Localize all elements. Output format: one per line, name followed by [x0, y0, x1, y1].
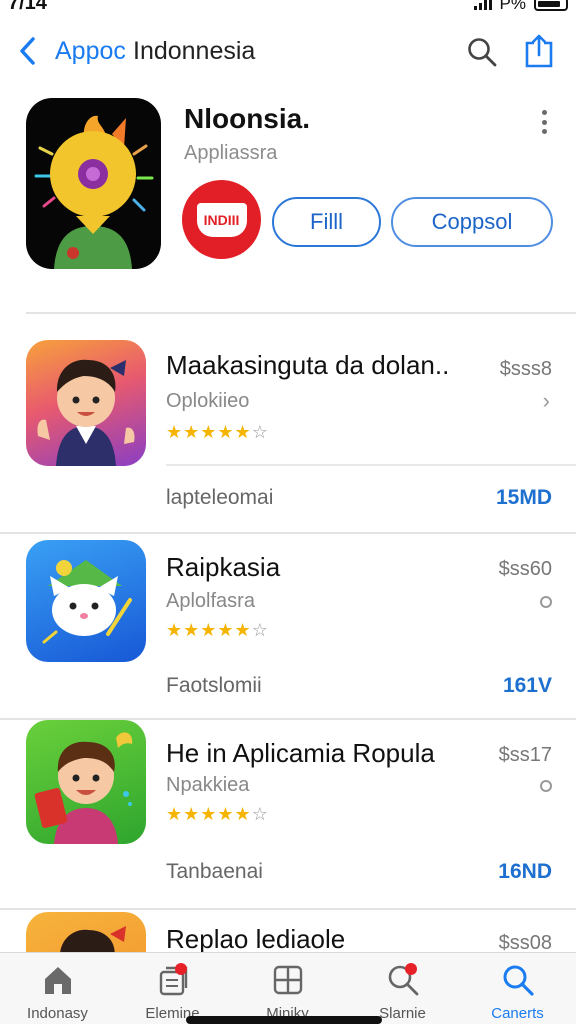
open-button[interactable]: Coppsol: [391, 197, 553, 247]
status-time: 7/14: [8, 0, 47, 14]
app-price: $ѕѕ08: [498, 932, 552, 952]
app-price: $ѕѕѕ8: [499, 358, 552, 380]
list-item[interactable]: Replao lediaole $ѕѕ08: [0, 912, 576, 952]
tab-elemine[interactable]: Elemine: [115, 953, 230, 1024]
app-icon[interactable]: [26, 912, 146, 952]
tab-label: Indonasy: [27, 1005, 88, 1022]
app-subtitle: Aplolfasra: [166, 590, 255, 612]
app-subtitle: Oplokiieo: [166, 390, 250, 412]
divider: [166, 464, 576, 466]
app-subtitle: Npakkiea: [166, 774, 250, 796]
battery-icon: [534, 0, 568, 11]
list-item[interactable]: He in Aplicamia Ropula $ѕѕ17 Npakkiea ★★…: [0, 720, 576, 910]
cat-mascot-illustration: [42, 560, 132, 644]
tab-today[interactable]: Indonasy: [0, 953, 115, 1024]
character-illustration: [60, 926, 126, 952]
app-size: 15MD: [495, 486, 552, 509]
back-button[interactable]: Appoс: [55, 37, 126, 66]
grid-icon: [273, 965, 303, 995]
app-title: Maakasinguta da dolan..: [166, 350, 450, 380]
app-icon[interactable]: [26, 720, 146, 844]
home-indicator[interactable]: [186, 1016, 382, 1024]
page-title: Indonnesia: [133, 37, 256, 65]
share-icon[interactable]: [523, 33, 555, 69]
tab-bar: Indonasy Elemine Miniky Slarnie Canerts: [0, 952, 576, 1024]
nav-bar: Appoс Indonnesia: [0, 28, 576, 76]
featured-app-subtitle: Appliassra: [184, 142, 278, 164]
app-title: He in Aplicamia Ropula: [166, 738, 435, 768]
app-price: $ѕѕ60: [498, 558, 552, 580]
notification-badge: [175, 963, 187, 975]
more-options-icon[interactable]: [537, 110, 551, 134]
app-size: 16ND: [498, 860, 552, 883]
divider: [0, 532, 576, 534]
status-bar: 7/14 P%: [0, 0, 576, 14]
mascot-illustration: [34, 115, 154, 269]
app-category: Tanbaenai: [166, 860, 263, 883]
notification-badge: [405, 963, 417, 975]
character-illustration: [37, 359, 135, 466]
tab-label: Canerts: [491, 1005, 544, 1022]
star-rating: ★★★★★☆: [166, 620, 269, 640]
status-dot-icon: [540, 780, 552, 792]
signal-icon: [473, 0, 492, 10]
star-rating: ★★★★★☆: [166, 422, 269, 442]
status-dot-icon: [540, 596, 552, 608]
get-button[interactable]: Filll: [272, 197, 381, 247]
chevron-left-icon[interactable]: [18, 36, 38, 66]
list-item[interactable]: Raipkasia $ѕѕ60 Aplolfasra ★★★★★☆ Faotsl…: [0, 536, 576, 720]
featured-app-name: Nloonsia.: [184, 103, 311, 134]
app-size: 161V: [502, 674, 552, 697]
search-icon: [503, 965, 534, 996]
app-category: Faotslomii: [166, 674, 262, 697]
app-title: Replao lediaole: [166, 924, 346, 952]
battery-text: P%: [499, 0, 526, 13]
tab-slarnie[interactable]: Slarnie: [345, 953, 460, 1024]
app-title: Raipkasia: [166, 552, 281, 582]
app-category: lapteleomai: [166, 486, 274, 509]
search-icon[interactable]: [466, 36, 498, 68]
chevron-right-icon[interactable]: ›: [543, 388, 550, 414]
divider: [26, 312, 576, 314]
status-indicators: P%: [473, 0, 568, 14]
badge-text: INDIII: [196, 202, 247, 237]
app-icon[interactable]: [26, 540, 146, 662]
app-icon[interactable]: [26, 340, 146, 466]
tab-search[interactable]: Canerts: [460, 953, 575, 1024]
app-icon[interactable]: [26, 98, 161, 269]
list-item[interactable]: Maakasinguta da dolan.. $ѕѕѕ8 Oplokiieo …: [0, 338, 576, 534]
home-icon: [45, 967, 71, 994]
star-rating: ★★★★★☆: [166, 804, 269, 824]
featured-app: Nloonsia. Appliassra INDIII Filll Coppso…: [0, 98, 576, 288]
character-illustration: [34, 732, 133, 844]
rating-badge-button[interactable]: INDIII: [182, 180, 261, 259]
divider: [0, 908, 576, 910]
app-price: $ѕѕ17: [498, 744, 552, 766]
tab-miniky[interactable]: Miniky: [230, 953, 345, 1024]
